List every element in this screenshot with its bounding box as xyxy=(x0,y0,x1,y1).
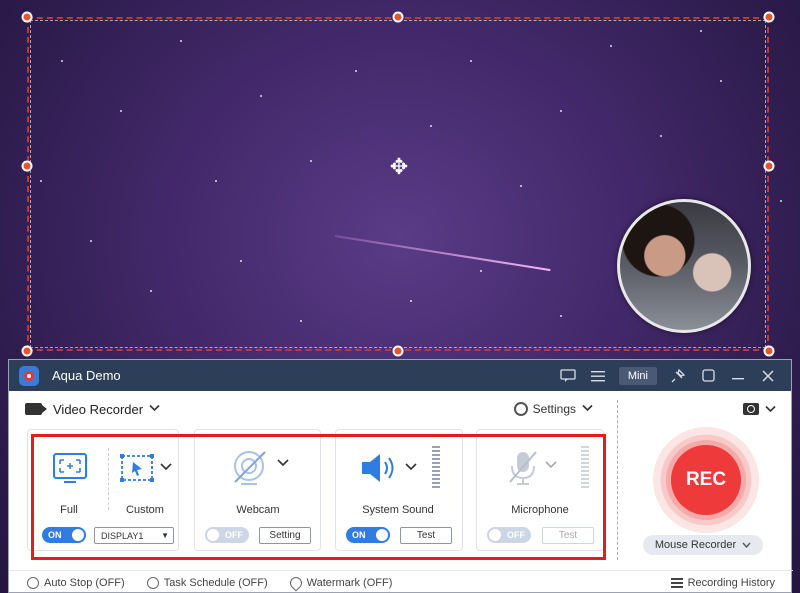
resize-handle-top-left[interactable] xyxy=(21,11,33,23)
webcam-preview[interactable] xyxy=(617,199,751,333)
chevron-down-icon xyxy=(765,405,776,413)
section-divider xyxy=(617,400,618,560)
camera-icon xyxy=(743,403,759,415)
app-title: Aqua Demo xyxy=(52,368,121,383)
settings-dropdown[interactable]: Settings xyxy=(513,402,593,416)
mouse-recorder-label: Mouse Recorder xyxy=(654,539,737,551)
watermark-item[interactable]: Watermark (OFF) xyxy=(287,574,393,591)
menu-icon[interactable] xyxy=(583,365,613,387)
mode-dropdown[interactable]: Video Recorder xyxy=(25,402,160,417)
chevron-down-icon xyxy=(742,542,751,548)
chevron-down-icon xyxy=(149,403,160,415)
resize-handle-right[interactable] xyxy=(763,160,775,172)
clock-icon xyxy=(27,576,39,589)
task-schedule-item[interactable]: Task Schedule (OFF) xyxy=(146,576,268,589)
settings-label: Settings xyxy=(532,402,576,416)
recording-history-link[interactable]: Recording History xyxy=(670,576,775,589)
recorder-window: Aqua Demo Mini Video Recorder Settings F… xyxy=(8,359,793,593)
recording-history-label: Recording History xyxy=(687,576,775,589)
video-camera-icon xyxy=(25,403,47,415)
mode-label: Video Recorder xyxy=(53,401,144,417)
message-icon[interactable] xyxy=(553,365,583,387)
mini-button[interactable]: Mini xyxy=(618,366,657,385)
app-logo-icon xyxy=(19,365,39,386)
close-icon[interactable] xyxy=(753,365,783,387)
highlight-box xyxy=(31,434,606,560)
resize-handle-left[interactable] xyxy=(21,160,33,172)
list-icon xyxy=(670,577,683,588)
move-icon[interactable]: ✥ xyxy=(386,154,412,180)
star xyxy=(780,200,782,202)
droplet-icon xyxy=(287,574,305,591)
auto-stop-label: Auto Stop (OFF) xyxy=(44,576,125,589)
resize-handle-top[interactable] xyxy=(392,11,404,23)
gear-icon xyxy=(513,402,528,416)
watermark-label: Watermark (OFF) xyxy=(306,576,393,589)
screenshot-dropdown[interactable] xyxy=(743,403,776,415)
pin-icon[interactable] xyxy=(663,365,693,387)
resize-handle-bottom[interactable] xyxy=(392,345,404,357)
auto-stop-item[interactable]: Auto Stop (OFF) xyxy=(27,576,125,589)
rec-button[interactable]: REC xyxy=(671,445,741,515)
mouse-recorder-dropdown[interactable]: Mouse Recorder xyxy=(643,535,763,555)
resize-handle-top-right[interactable] xyxy=(763,11,775,23)
minimize-icon[interactable] xyxy=(723,365,753,387)
title-bar: Aqua Demo Mini xyxy=(9,360,791,391)
restore-icon[interactable] xyxy=(693,365,723,387)
rec-ring: REC xyxy=(653,427,759,533)
chevron-down-icon xyxy=(582,403,593,415)
alarm-icon xyxy=(146,576,159,589)
resize-handle-bottom-left[interactable] xyxy=(21,345,33,357)
task-schedule-label: Task Schedule (OFF) xyxy=(163,576,268,589)
footer-bar: Auto Stop (OFF) Task Schedule (OFF) Wate… xyxy=(9,570,793,593)
resize-handle-bottom-right[interactable] xyxy=(763,345,775,357)
mode-toolbar: Video Recorder Settings xyxy=(9,391,609,427)
